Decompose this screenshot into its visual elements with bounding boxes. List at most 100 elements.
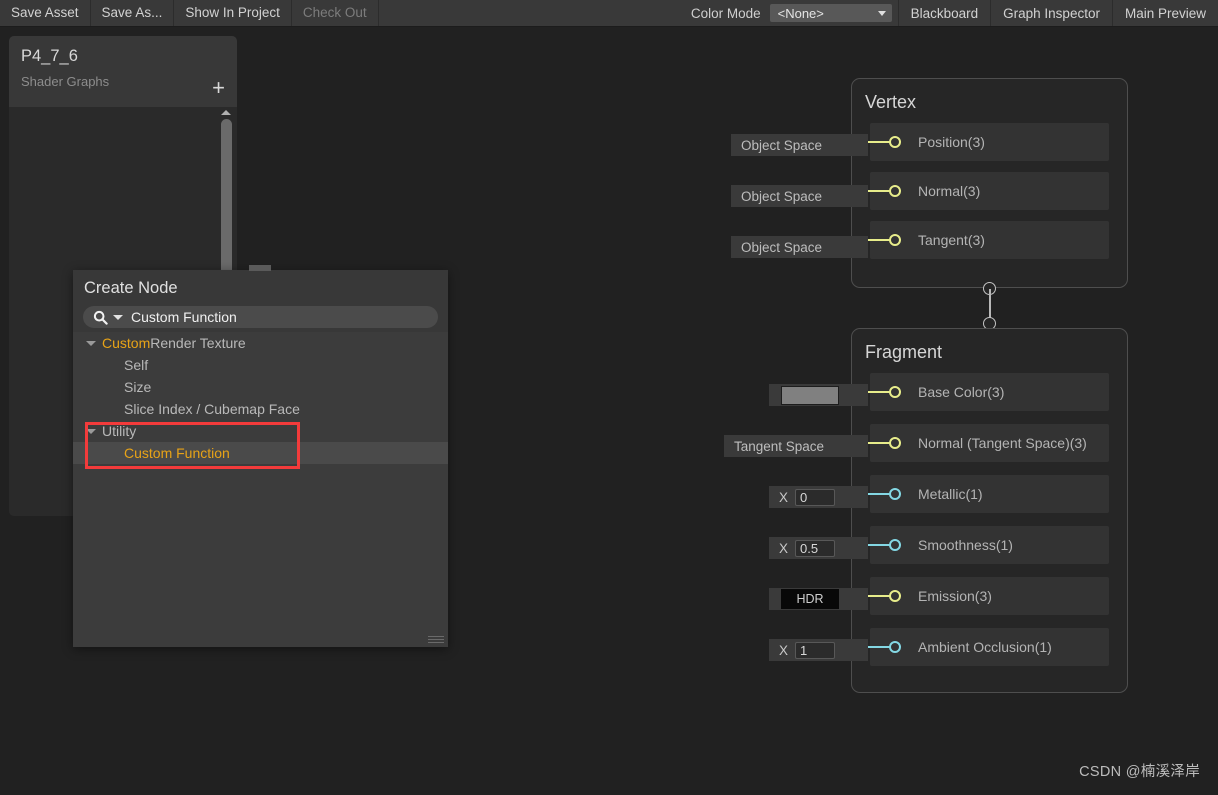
control-label: Object Space	[741, 239, 823, 255]
check-out-button: Check Out	[292, 0, 379, 26]
search-input[interactable]: Custom Function	[83, 306, 438, 328]
port-label: Emission(3)	[918, 588, 992, 604]
node-row[interactable]: Normal(3)	[841, 172, 1109, 210]
shader-graph-window: Save Asset Save As... Show In Project Ch…	[0, 0, 1218, 795]
search-icon	[93, 310, 108, 325]
port-out-socket[interactable]	[889, 185, 901, 197]
smoothness-input[interactable]: 0.5	[795, 539, 836, 557]
save-asset-button[interactable]: Save Asset	[0, 0, 91, 26]
show-in-project-button[interactable]: Show In Project	[174, 0, 292, 26]
chevron-down-icon[interactable]	[113, 314, 123, 320]
port-out-socket[interactable]	[889, 590, 901, 602]
create-node-panel[interactable]: Create Node Custom Function Custom Rende…	[73, 265, 448, 647]
node-row[interactable]: Normal (Tangent Space)(3)	[841, 424, 1109, 462]
metallic-input[interactable]: 0	[795, 488, 836, 506]
port-label: Normal(3)	[918, 183, 981, 199]
blackboard-header: P4_7_6 Shader Graphs +	[9, 36, 237, 107]
port-out-socket[interactable]	[889, 437, 901, 449]
chevron-down-icon	[877, 10, 886, 16]
blackboard-title: P4_7_6	[21, 47, 78, 65]
save-as-button[interactable]: Save As...	[91, 0, 175, 26]
control-label: Tangent Space	[734, 438, 825, 454]
result-group-utility[interactable]: Utility	[73, 420, 448, 442]
fragment-stack-title: Fragment	[865, 342, 943, 362]
smoothness-value-control[interactable]: X 0.5	[769, 537, 868, 559]
axis-label: X	[779, 540, 789, 556]
color-swatch[interactable]	[781, 385, 839, 405]
result-item-label: Slice Index / Cubemap Face	[124, 401, 300, 417]
node-row[interactable]: Ambient Occlusion(1)	[841, 628, 1109, 666]
control-label: Object Space	[741, 137, 823, 153]
port-label: Smoothness(1)	[918, 537, 1013, 553]
vertex-normal-space-control[interactable]: Object Space	[731, 185, 868, 207]
port-out-socket[interactable]	[889, 136, 901, 148]
stack-connector	[983, 282, 997, 330]
port-label: Metallic(1)	[918, 486, 983, 502]
chevron-down-icon[interactable]	[86, 428, 96, 434]
emission-hdr-control[interactable]: HDR	[769, 588, 868, 610]
fragment-port-rows: Base Color(3) Normal (Tangent Space)(3) …	[841, 373, 1127, 666]
graph-inspector-toggle[interactable]: Graph Inspector	[990, 0, 1112, 26]
ambient-occlusion-value-control[interactable]: X 1	[769, 639, 868, 661]
result-group-custom-render-texture[interactable]: Custom Render Texture	[73, 332, 448, 354]
port-label: Tangent(3)	[918, 232, 985, 248]
normal-space-control[interactable]: Tangent Space	[724, 435, 868, 457]
port-out-socket[interactable]	[889, 234, 901, 246]
result-item-slice-index-cubemap-face[interactable]: Slice Index / Cubemap Face	[73, 398, 448, 420]
port-out-socket[interactable]	[889, 539, 901, 551]
hdr-color-swatch[interactable]: HDR	[781, 589, 839, 609]
node-row[interactable]: Smoothness(1)	[841, 526, 1109, 564]
resize-handle[interactable]	[428, 636, 444, 643]
ambient-occlusion-input[interactable]: 1	[795, 641, 836, 659]
add-property-button[interactable]: +	[212, 77, 225, 99]
result-group-label: Render Texture	[150, 335, 246, 351]
result-item-label: Self	[124, 357, 149, 373]
chevron-down-icon[interactable]	[86, 340, 96, 346]
search-results-list[interactable]: Custom Render Texture Self Size Slice In…	[73, 332, 448, 647]
port-label: Normal (Tangent Space)(3)	[918, 435, 1087, 451]
blackboard-toggle[interactable]: Blackboard	[897, 0, 991, 26]
node-row[interactable]: Emission(3)	[841, 577, 1109, 615]
node-row[interactable]: Tangent(3)	[841, 221, 1109, 259]
control-label: Object Space	[741, 188, 823, 204]
axis-label: X	[779, 642, 789, 658]
scrollbar-thumb[interactable]	[220, 119, 232, 277]
port-out-socket[interactable]	[889, 386, 901, 398]
blackboard-scrollbar[interactable]	[219, 110, 233, 282]
metallic-value-control[interactable]: X 0	[769, 486, 868, 508]
port-out-socket[interactable]	[889, 488, 901, 500]
vertex-position-space-control[interactable]: Object Space	[731, 134, 868, 156]
toolbar: Save Asset Save As... Show In Project Ch…	[0, 0, 1218, 27]
scroll-up-arrow-icon[interactable]	[221, 110, 231, 115]
main-preview-toggle[interactable]: Main Preview	[1111, 0, 1218, 26]
vertex-port-rows: Position(3) Normal(3) Tangent(3)	[841, 123, 1127, 259]
result-group-label: Utility	[102, 423, 137, 439]
color-mode-dropdown[interactable]: <None>	[769, 4, 892, 22]
create-node-title: Create Node	[84, 279, 178, 297]
result-match-prefix: Custom	[102, 335, 151, 351]
vertex-tangent-space-control[interactable]: Object Space	[731, 236, 868, 258]
result-item-label: Size	[124, 379, 152, 395]
vertex-stack-node[interactable]: Vertex Position(3) Normal(3) Tangent(3)	[841, 78, 1128, 288]
color-mode-label: Color Mode	[690, 5, 761, 21]
port-label: Ambient Occlusion(1)	[918, 639, 1052, 655]
blackboard-subtitle: Shader Graphs	[21, 74, 110, 90]
node-row[interactable]: Metallic(1)	[841, 475, 1109, 513]
port-label: Base Color(3)	[918, 384, 1005, 400]
result-item-label: Custom Function	[124, 445, 230, 461]
result-item-size[interactable]: Size	[73, 376, 448, 398]
axis-label: X	[779, 489, 789, 505]
port-out-socket[interactable]	[889, 641, 901, 653]
result-item-self[interactable]: Self	[73, 354, 448, 376]
node-row[interactable]: Base Color(3)	[841, 373, 1109, 411]
node-row[interactable]: Position(3)	[841, 123, 1109, 161]
base-color-swatch-control[interactable]	[769, 384, 868, 406]
port-label: Position(3)	[918, 134, 985, 150]
fragment-stack-node[interactable]: Fragment Base Color(3) Normal (Tangent S…	[841, 328, 1128, 693]
color-mode-value: <None>	[777, 5, 824, 21]
panel-drag-tab[interactable]	[249, 265, 271, 271]
vertex-stack-title: Vertex	[865, 92, 917, 112]
watermark: CSDN @楠溪泽岸	[1079, 764, 1200, 780]
result-item-custom-function[interactable]: Custom Function	[73, 442, 448, 464]
